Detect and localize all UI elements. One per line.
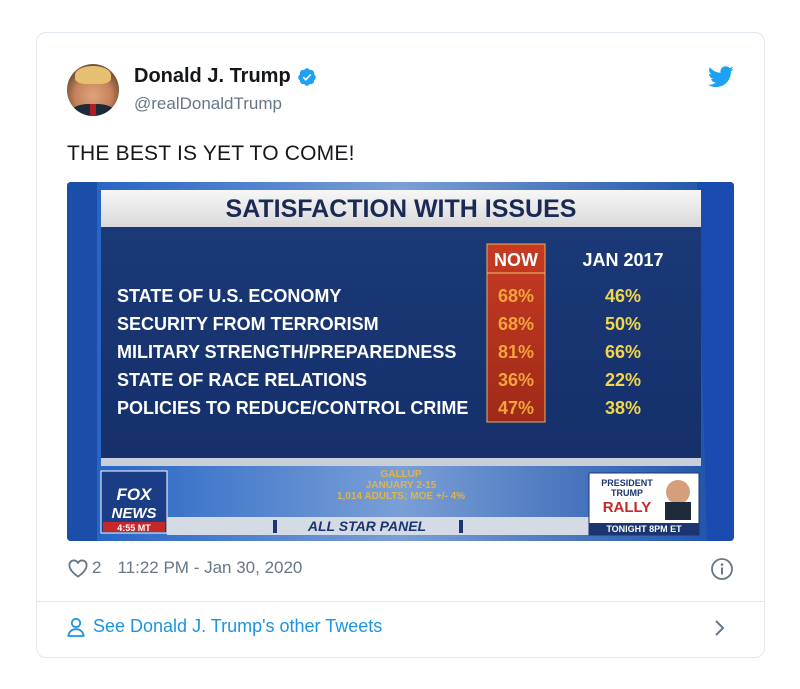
avatar-hair — [75, 66, 111, 84]
issue-jan-value: 66% — [605, 342, 641, 362]
author-handle[interactable]: @realDonaldTrump — [134, 94, 282, 114]
logo-fox: FOX — [117, 485, 154, 504]
source-gallup: GALLUP — [380, 469, 421, 480]
tweet-meta: 2 11:22 PM - Jan 30, 2020 — [67, 558, 302, 578]
issue-now-value: 36% — [498, 370, 534, 390]
issue-label: POLICIES TO REDUCE/CONTROL CRIME — [117, 398, 468, 418]
chevron-right-icon[interactable] — [713, 618, 727, 638]
col-header-jan2017: JAN 2017 — [582, 250, 663, 270]
author-avatar[interactable] — [67, 64, 119, 116]
lower-third-divider-left — [273, 520, 277, 533]
lower-third-panel: ALL STAR PANEL — [307, 518, 426, 534]
issue-jan-value: 38% — [605, 398, 641, 418]
card-divider — [37, 601, 764, 602]
tweet-media-image[interactable]: SATISFACTION WITH ISSUES NOW JAN 2017 ST… — [67, 182, 734, 541]
author-name-row[interactable]: Donald J. Trump — [134, 65, 317, 88]
promo-time: TONIGHT 8PM ET — [606, 524, 682, 534]
tweet-timestamp[interactable]: 11:22 PM - Jan 30, 2020 — [117, 558, 302, 578]
fox-news-graphic: SATISFACTION WITH ISSUES NOW JAN 2017 ST… — [67, 182, 734, 541]
promo-trump: TRUMP — [611, 488, 643, 498]
source-dates: JANUARY 2-15 — [366, 480, 437, 491]
promo-portrait-suit — [665, 502, 691, 520]
issue-label: STATE OF RACE RELATIONS — [117, 370, 367, 390]
promo-portrait — [666, 480, 690, 504]
issue-now-value: 68% — [498, 314, 534, 334]
like-count[interactable]: 2 — [92, 558, 101, 578]
issue-label: STATE OF U.S. ECONOMY — [117, 286, 341, 306]
issue-label: SECURITY FROM TERRORISM — [117, 314, 379, 334]
tweet-text: THE BEST IS YET TO COME! — [67, 142, 355, 165]
clock-time: 4:55 MT — [117, 523, 151, 533]
issue-now-value: 68% — [498, 286, 534, 306]
graphic-title: SATISFACTION WITH ISSUES — [226, 195, 577, 223]
heart-icon[interactable] — [67, 558, 89, 578]
promo-president: PRESIDENT — [601, 478, 653, 488]
col-header-now: NOW — [494, 250, 538, 270]
promo-rally: RALLY — [603, 499, 652, 516]
person-icon — [67, 617, 85, 637]
author-name[interactable]: Donald J. Trump — [134, 65, 291, 88]
tweet-card: Donald J. Trump @realDonaldTrump THE BES… — [36, 32, 765, 658]
issue-label: MILITARY STRENGTH/PREPAREDNESS — [117, 342, 456, 362]
other-tweets-link[interactable]: See Donald J. Trump's other Tweets — [67, 616, 382, 637]
issue-now-value: 81% — [498, 342, 534, 362]
left-studio-edge — [67, 182, 97, 541]
verified-badge-icon — [297, 67, 316, 86]
source-sample: 1,014 ADULTS; MOE +/- 4% — [337, 491, 465, 502]
board-base — [101, 458, 701, 466]
avatar-tie — [90, 104, 96, 116]
issue-jan-value: 46% — [605, 286, 641, 306]
lower-third-divider-right — [459, 520, 463, 533]
other-tweets-label[interactable]: See Donald J. Trump's other Tweets — [93, 616, 382, 637]
issue-jan-value: 22% — [605, 370, 641, 390]
issue-jan-value: 50% — [605, 314, 641, 334]
info-icon[interactable] — [710, 557, 734, 581]
logo-news: NEWS — [112, 505, 157, 522]
issue-now-value: 47% — [498, 398, 534, 418]
twitter-bird-icon[interactable] — [708, 66, 734, 88]
